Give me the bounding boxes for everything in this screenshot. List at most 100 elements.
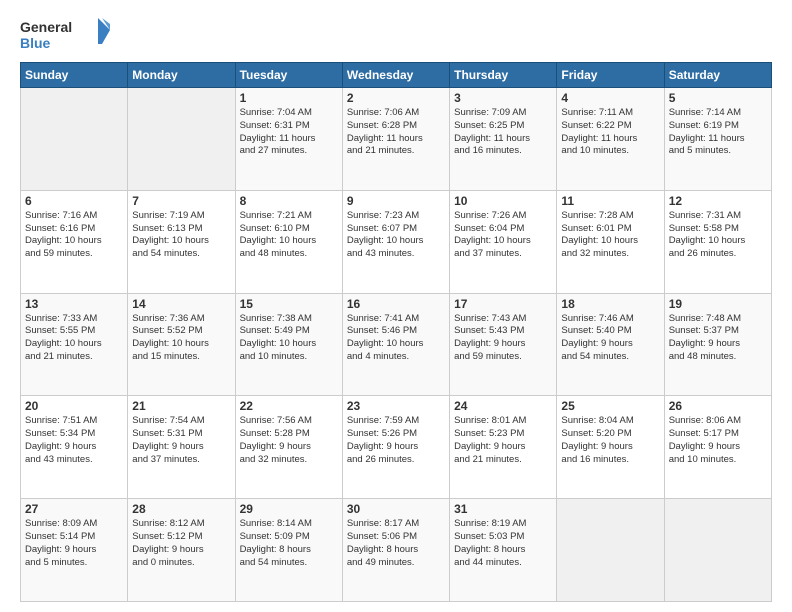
day-number: 23: [347, 399, 445, 413]
day-info: Sunrise: 8:17 AM Sunset: 5:06 PM Dayligh…: [347, 518, 445, 569]
header: General Blue: [20, 16, 772, 54]
day-info: Sunrise: 7:51 AM Sunset: 5:34 PM Dayligh…: [25, 415, 123, 466]
day-number: 27: [25, 502, 123, 516]
calendar-cell: 29Sunrise: 8:14 AM Sunset: 5:09 PM Dayli…: [235, 499, 342, 602]
logo-svg: General Blue: [20, 16, 110, 54]
calendar-cell: 9 Sunrise: 7:23 AM Sunset: 6:07 PM Daylig…: [342, 190, 449, 293]
calendar-cell: 11 Sunrise: 7:28 AM Sunset: 6:01 PM Dayli…: [557, 190, 664, 293]
day-number: 7: [132, 194, 230, 208]
calendar-cell: 19 Sunrise: 7:48 AM Sunset: 5:37 PM Dayli…: [664, 293, 771, 396]
day-number: 1: [240, 91, 338, 105]
calendar-cell: 31 Sunrise: 8:19 AM Sunset: 5:03 PM Dayli…: [450, 499, 557, 602]
day-number: 8: [240, 194, 338, 208]
calendar-cell: 25 Sunrise: 8:04 AM Sunset: 5:20 PM Dayli…: [557, 396, 664, 499]
calendar-cell: [128, 88, 235, 191]
calendar-cell: 4 Sunrise: 7:11 AM Sunset: 6:22 PM Daylig…: [557, 88, 664, 191]
header-day-wednesday: Wednesday: [342, 63, 449, 88]
calendar-cell: 2 Sunrise: 7:06 AM Sunset: 6:28 PM Daylig…: [342, 88, 449, 191]
day-info: Sunrise: 7:26 AM Sunset: 6:04 PM Dayligh…: [454, 210, 552, 261]
header-row: SundayMondayTuesdayWednesdayThursdayFrid…: [21, 63, 772, 88]
day-number: 31: [454, 502, 552, 516]
day-number: 10: [454, 194, 552, 208]
calendar-cell: [664, 499, 771, 602]
day-info: Sunrise: 7:38 AM Sunset: 5:49 PM Dayligh…: [240, 313, 338, 364]
day-info: Sunrise: 7:31 AM Sunset: 5:58 PM Dayligh…: [669, 210, 767, 261]
calendar-week-4: 27 Sunrise: 8:09 AM Sunset: 5:14 PM Dayli…: [21, 499, 772, 602]
calendar-cell: 17Sunrise: 7:43 AM Sunset: 5:43 PM Dayli…: [450, 293, 557, 396]
day-info: Sunrise: 7:59 AM Sunset: 5:26 PM Dayligh…: [347, 415, 445, 466]
day-number: 28: [132, 502, 230, 516]
day-info: Sunrise: 7:23 AM Sunset: 6:07 PM Dayligh…: [347, 210, 445, 261]
day-number: 6: [25, 194, 123, 208]
day-number: 19: [669, 297, 767, 311]
calendar-cell: 18Sunrise: 7:46 AM Sunset: 5:40 PM Dayli…: [557, 293, 664, 396]
day-number: 29: [240, 502, 338, 516]
day-info: Sunrise: 8:09 AM Sunset: 5:14 PM Dayligh…: [25, 518, 123, 569]
calendar-table: SundayMondayTuesdayWednesdayThursdayFrid…: [20, 62, 772, 602]
calendar-week-1: 6 Sunrise: 7:16 AM Sunset: 6:16 PM Daylig…: [21, 190, 772, 293]
calendar-cell: 12 Sunrise: 7:31 AM Sunset: 5:58 PM Dayli…: [664, 190, 771, 293]
day-number: 14: [132, 297, 230, 311]
calendar-cell: 23 Sunrise: 7:59 AM Sunset: 5:26 PM Dayli…: [342, 396, 449, 499]
calendar-cell: 28 Sunrise: 8:12 AM Sunset: 5:12 PM Dayli…: [128, 499, 235, 602]
header-day-monday: Monday: [128, 63, 235, 88]
day-number: 15: [240, 297, 338, 311]
calendar-header: SundayMondayTuesdayWednesdayThursdayFrid…: [21, 63, 772, 88]
day-info: Sunrise: 7:48 AM Sunset: 5:37 PM Dayligh…: [669, 313, 767, 364]
svg-text:Blue: Blue: [20, 35, 51, 51]
day-number: 3: [454, 91, 552, 105]
day-info: Sunrise: 8:12 AM Sunset: 5:12 PM Dayligh…: [132, 518, 230, 569]
day-number: 26: [669, 399, 767, 413]
calendar-cell: 21 Sunrise: 7:54 AM Sunset: 5:31 PM Dayli…: [128, 396, 235, 499]
header-day-friday: Friday: [557, 63, 664, 88]
day-info: Sunrise: 7:33 AM Sunset: 5:55 PM Dayligh…: [25, 313, 123, 364]
day-number: 2: [347, 91, 445, 105]
calendar-cell: 6 Sunrise: 7:16 AM Sunset: 6:16 PM Daylig…: [21, 190, 128, 293]
logo: General Blue: [20, 16, 110, 54]
day-info: Sunrise: 7:16 AM Sunset: 6:16 PM Dayligh…: [25, 210, 123, 261]
day-info: Sunrise: 7:06 AM Sunset: 6:28 PM Dayligh…: [347, 107, 445, 158]
calendar-week-3: 20Sunrise: 7:51 AM Sunset: 5:34 PM Dayli…: [21, 396, 772, 499]
day-info: Sunrise: 8:01 AM Sunset: 5:23 PM Dayligh…: [454, 415, 552, 466]
day-info: Sunrise: 7:36 AM Sunset: 5:52 PM Dayligh…: [132, 313, 230, 364]
day-info: Sunrise: 8:19 AM Sunset: 5:03 PM Dayligh…: [454, 518, 552, 569]
day-number: 25: [561, 399, 659, 413]
day-number: 9: [347, 194, 445, 208]
day-number: 5: [669, 91, 767, 105]
calendar-cell: 7 Sunrise: 7:19 AM Sunset: 6:13 PM Daylig…: [128, 190, 235, 293]
day-info: Sunrise: 7:19 AM Sunset: 6:13 PM Dayligh…: [132, 210, 230, 261]
day-number: 4: [561, 91, 659, 105]
day-number: 30: [347, 502, 445, 516]
header-day-sunday: Sunday: [21, 63, 128, 88]
day-number: 16: [347, 297, 445, 311]
calendar-cell: [557, 499, 664, 602]
calendar-cell: 16 Sunrise: 7:41 AM Sunset: 5:46 PM Dayli…: [342, 293, 449, 396]
calendar-cell: 5 Sunrise: 7:14 AM Sunset: 6:19 PM Daylig…: [664, 88, 771, 191]
day-number: 13: [25, 297, 123, 311]
day-number: 21: [132, 399, 230, 413]
header-day-tuesday: Tuesday: [235, 63, 342, 88]
page: General Blue SundayMondayTuesdayWednesda…: [0, 0, 792, 612]
calendar-cell: [21, 88, 128, 191]
calendar-cell: 20Sunrise: 7:51 AM Sunset: 5:34 PM Dayli…: [21, 396, 128, 499]
calendar-cell: 15 Sunrise: 7:38 AM Sunset: 5:49 PM Dayli…: [235, 293, 342, 396]
calendar-cell: 24 Sunrise: 8:01 AM Sunset: 5:23 PM Dayli…: [450, 396, 557, 499]
calendar-body: 1 Sunrise: 7:04 AM Sunset: 6:31 PM Daylig…: [21, 88, 772, 602]
day-info: Sunrise: 7:14 AM Sunset: 6:19 PM Dayligh…: [669, 107, 767, 158]
day-info: Sunrise: 7:11 AM Sunset: 6:22 PM Dayligh…: [561, 107, 659, 158]
day-number: 11: [561, 194, 659, 208]
day-info: Sunrise: 8:04 AM Sunset: 5:20 PM Dayligh…: [561, 415, 659, 466]
calendar-cell: 10 Sunrise: 7:26 AM Sunset: 6:04 PM Dayli…: [450, 190, 557, 293]
calendar-week-0: 1 Sunrise: 7:04 AM Sunset: 6:31 PM Daylig…: [21, 88, 772, 191]
day-info: Sunrise: 7:28 AM Sunset: 6:01 PM Dayligh…: [561, 210, 659, 261]
day-info: Sunrise: 7:04 AM Sunset: 6:31 PM Dayligh…: [240, 107, 338, 158]
calendar-cell: 30 Sunrise: 8:17 AM Sunset: 5:06 PM Dayli…: [342, 499, 449, 602]
day-info: Sunrise: 7:56 AM Sunset: 5:28 PM Dayligh…: [240, 415, 338, 466]
day-info: Sunrise: 7:41 AM Sunset: 5:46 PM Dayligh…: [347, 313, 445, 364]
day-number: 17: [454, 297, 552, 311]
day-number: 12: [669, 194, 767, 208]
day-number: 24: [454, 399, 552, 413]
day-info: Sunrise: 7:54 AM Sunset: 5:31 PM Dayligh…: [132, 415, 230, 466]
svg-text:General: General: [20, 19, 72, 35]
day-number: 22: [240, 399, 338, 413]
